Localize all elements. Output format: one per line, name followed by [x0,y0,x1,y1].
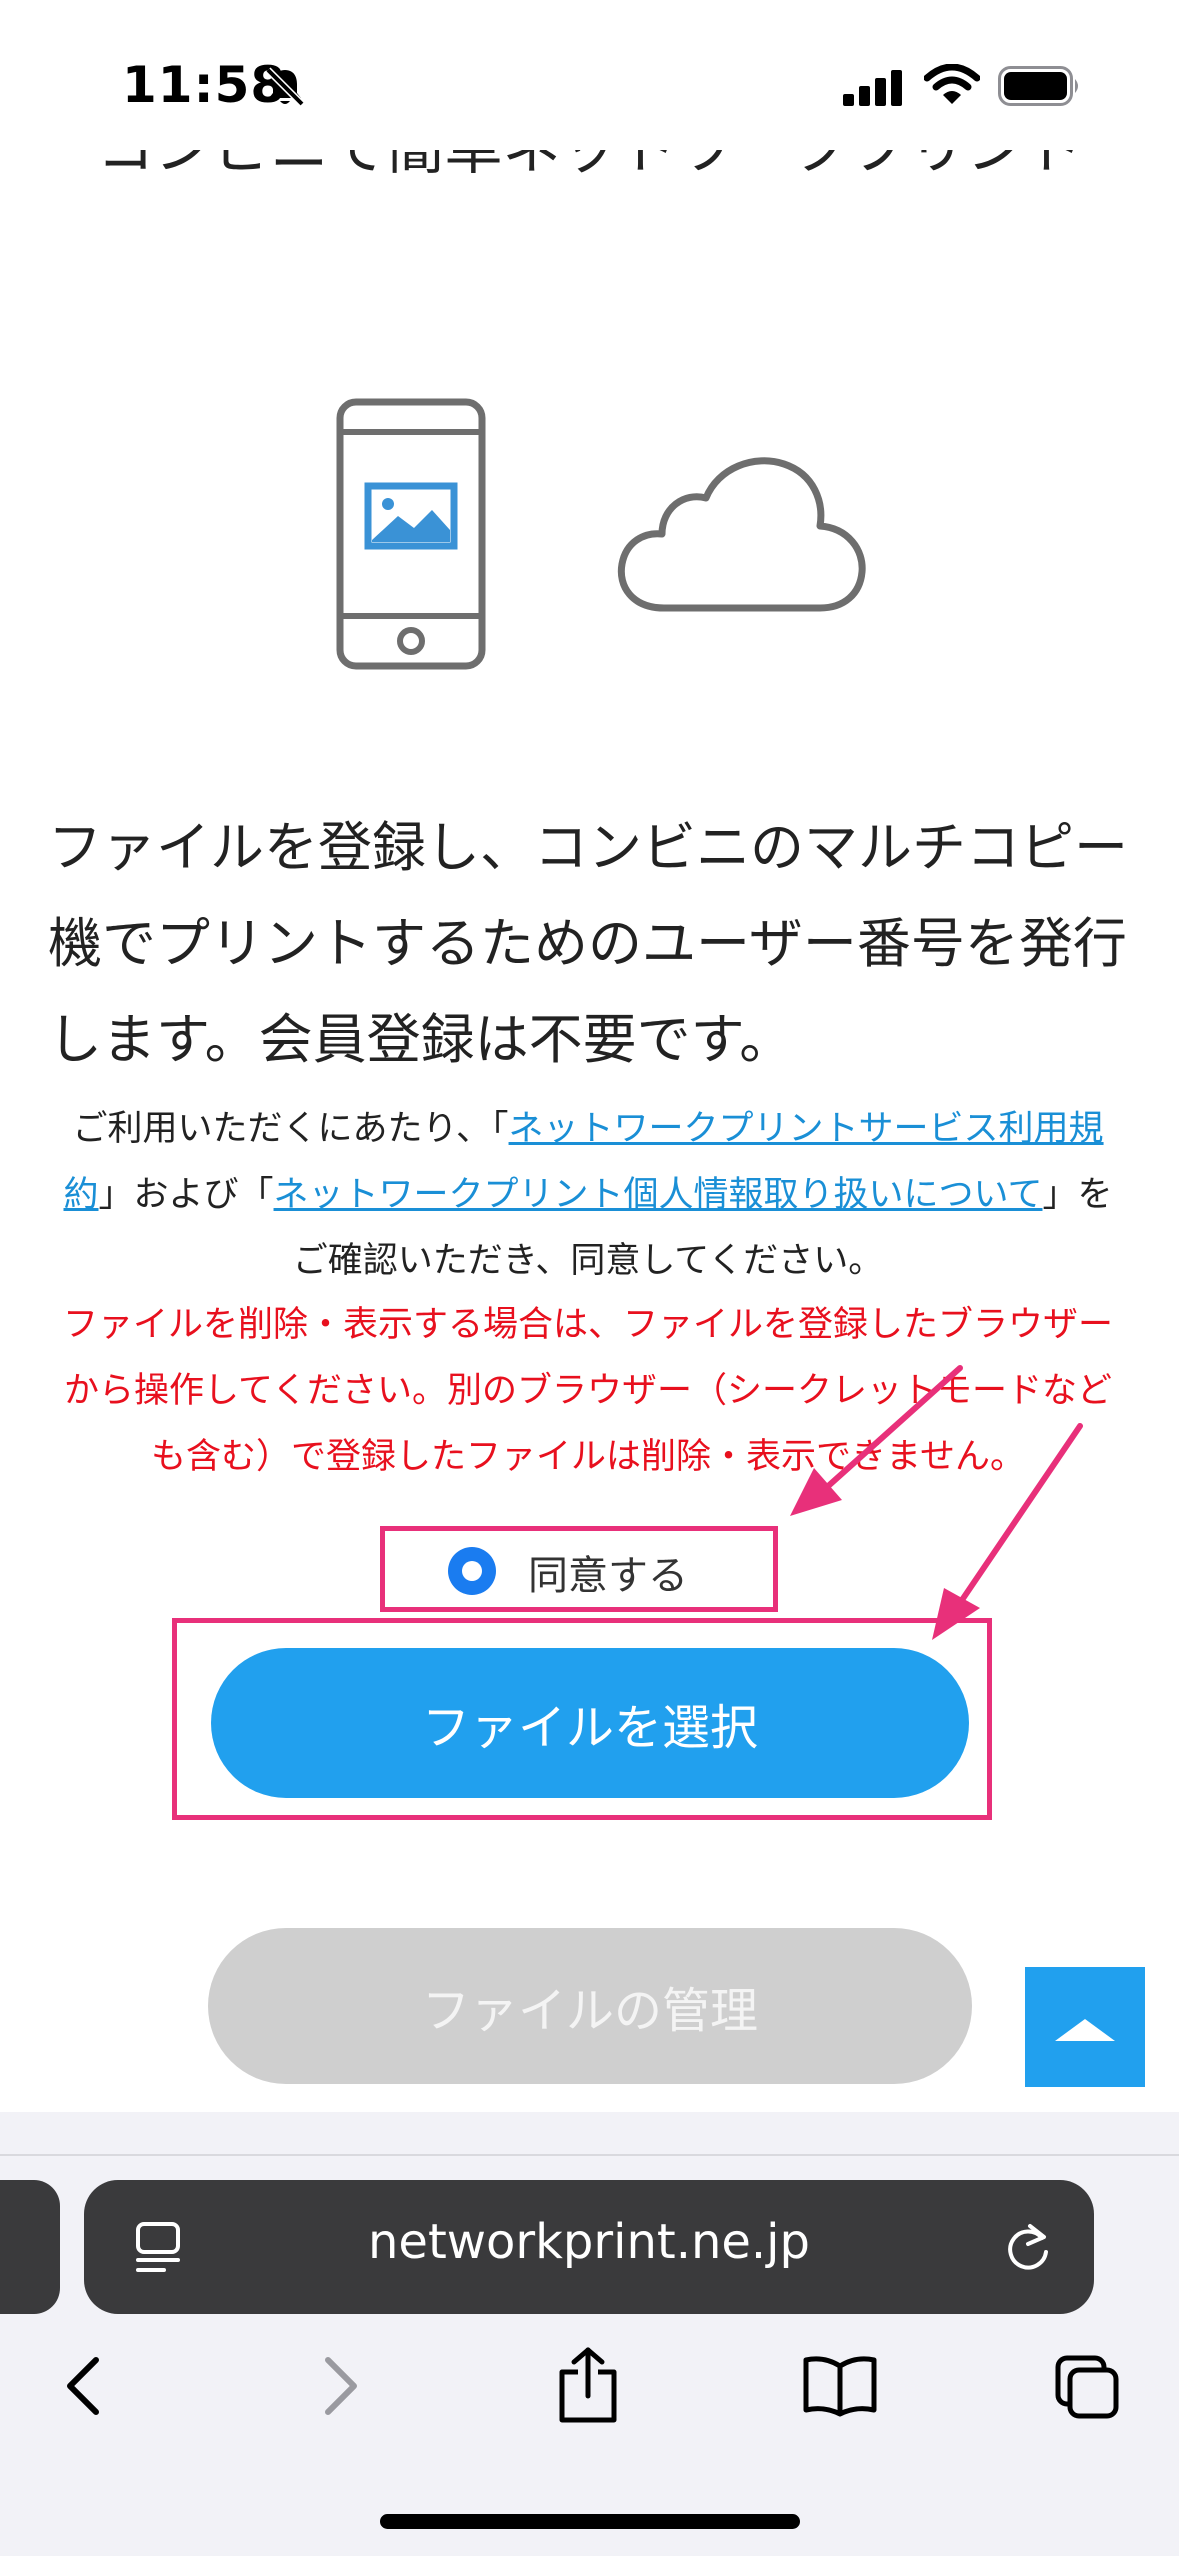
reload-icon[interactable] [1002,2218,1054,2278]
url-text[interactable]: networkprint.ne.jp [84,2214,1094,2270]
previous-tab-preview[interactable] [0,2180,60,2314]
manage-files-button[interactable]: ファイルの管理 [208,1928,972,2084]
back-icon[interactable] [62,2354,106,2422]
forward-icon[interactable] [318,2354,362,2422]
toolbar-divider [0,2154,1179,2156]
bookmarks-icon[interactable] [802,2354,878,2422]
share-icon[interactable] [556,2346,620,2428]
tabs-icon[interactable] [1054,2354,1122,2426]
scroll-top-button[interactable] [1025,1967,1145,2087]
browser-toolbar [0,2112,1179,2556]
scroll-top-icon [1055,2019,1115,2041]
home-indicator [380,2514,800,2529]
annotation-arrows [790,1365,1083,1640]
